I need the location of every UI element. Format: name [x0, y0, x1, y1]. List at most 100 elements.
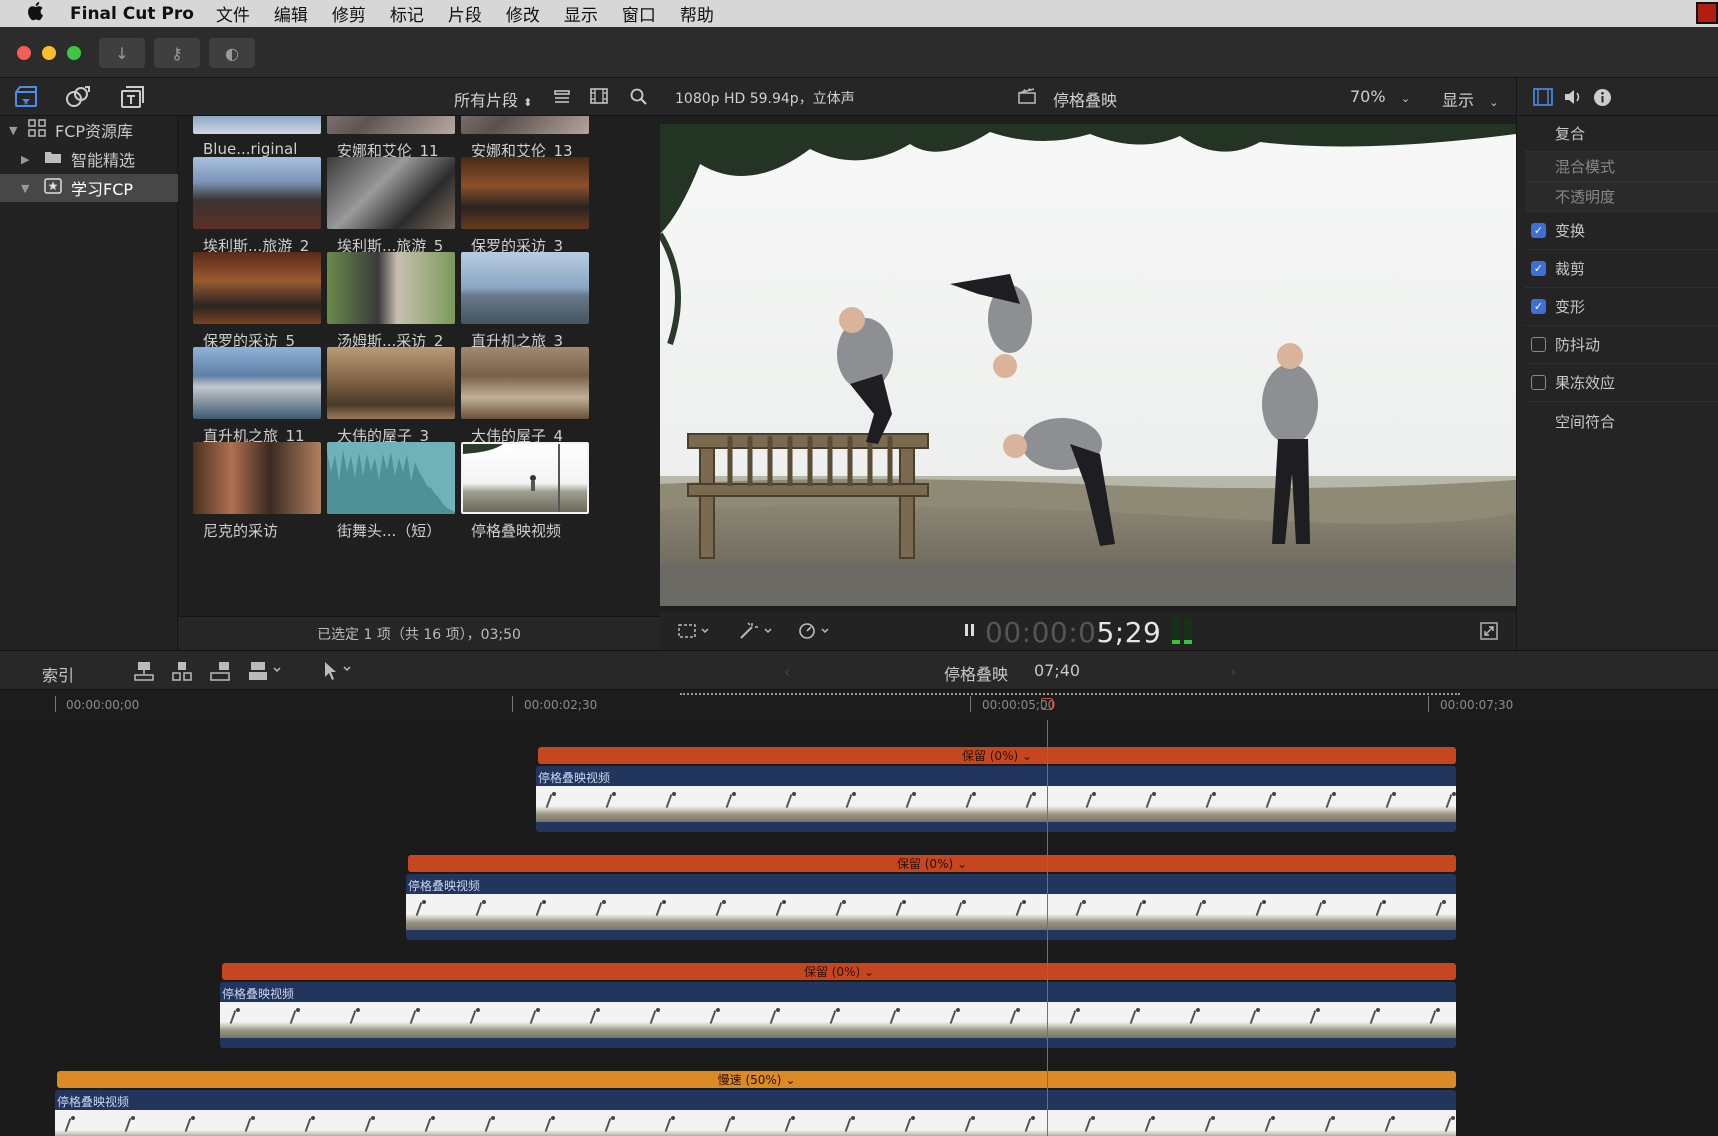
viewer-canvas[interactable]	[660, 124, 1516, 606]
distort-checkbox[interactable]: ✓	[1531, 299, 1546, 314]
clip-helicopter-11[interactable]: 直升机之旅_11	[193, 347, 323, 446]
close-window-button[interactable]	[17, 46, 31, 60]
photos-audio-icon[interactable]	[64, 84, 92, 110]
clip-filter-popup[interactable]: 所有片段 ⬍	[454, 87, 532, 111]
disclosure-closed-icon[interactable]: ▶	[21, 153, 35, 166]
transform-checkbox[interactable]: ✓	[1531, 223, 1546, 238]
playhead-handle[interactable]	[1041, 698, 1053, 710]
blend-mode-row[interactable]: 混合模式	[1525, 152, 1718, 182]
zoom-window-button[interactable]	[67, 46, 81, 60]
retime-label: 保留 (0%)	[961, 749, 1019, 763]
libraries-icon[interactable]	[12, 84, 40, 110]
menu-clip[interactable]: 片段	[448, 1, 482, 26]
stabilization-row[interactable]: 防抖动	[1525, 326, 1718, 364]
menu-mark[interactable]: 标记	[390, 1, 424, 26]
disclosure-open-icon[interactable]: ▼	[9, 124, 23, 137]
app-menu[interactable]: Final Cut Pro	[70, 4, 194, 24]
history-forward-icon[interactable]: ›	[1230, 662, 1236, 681]
retime-bar[interactable]: 慢速 (50%) ⌄	[57, 1071, 1456, 1088]
insert-clip-icon[interactable]	[171, 660, 193, 686]
opacity-row[interactable]: 不透明度	[1525, 182, 1718, 212]
clip-hiphop-short[interactable]: 街舞头...（短）	[327, 442, 457, 541]
library-item-fcp[interactable]: ▼ FCP资源库	[0, 116, 178, 144]
list-view-icon[interactable]	[554, 89, 570, 108]
filmstrip-view-icon[interactable]	[590, 88, 608, 108]
clip-anna-allen-13[interactable]: 安娜和艾伦_13	[461, 116, 591, 161]
timeline-clip[interactable]: 停格叠映视频	[55, 1090, 1456, 1136]
rolling-shutter-row[interactable]: 果冻效应	[1525, 364, 1718, 402]
menu-help[interactable]: 帮助	[680, 1, 714, 26]
clip-ellis-tour-2[interactable]: 埃利斯...旅游_2	[193, 157, 323, 256]
menu-window[interactable]: 窗口	[622, 1, 656, 26]
display-menu[interactable]: 显示 ⌄	[1442, 87, 1499, 111]
filmstrip-head	[296, 1008, 300, 1012]
spatial-conform-row[interactable]: 空间符合	[1525, 402, 1718, 440]
zoom-popup[interactable]: 70% ⌄	[1350, 87, 1410, 106]
menu-trim[interactable]: 修剪	[332, 1, 366, 26]
clip-david-house-3[interactable]: 大伟的屋子_3	[327, 347, 457, 446]
clip-thomas-interview-2[interactable]: 汤姆斯...采访_2	[327, 252, 457, 351]
menu-edit[interactable]: 编辑	[274, 1, 308, 26]
rolling-shutter-checkbox[interactable]	[1531, 375, 1546, 390]
timeline-index-button[interactable]: 索引	[42, 662, 74, 686]
filmstrip-head	[1382, 900, 1386, 904]
import-button[interactable]: ↓	[99, 38, 145, 68]
timeline-ruler[interactable]: 00:00:00;00 00:00:02;30 00:00:05;00 00:0…	[0, 690, 1718, 720]
retime-bar[interactable]: 保留 (0%) ⌄	[408, 855, 1456, 872]
filmstrip-figure	[1024, 1118, 1032, 1132]
stabilization-checkbox[interactable]	[1531, 337, 1546, 352]
filmstrip-head	[1022, 900, 1026, 904]
clip-nick-interview[interactable]: 尼克的采访	[193, 442, 323, 541]
timecode-display[interactable]: 00:00:05;29	[985, 616, 1161, 649]
speaker-icon[interactable]	[1563, 88, 1583, 110]
transform-view-button[interactable]	[678, 623, 710, 643]
timeline-clip[interactable]: 停格叠映视频	[220, 982, 1456, 1048]
retime-bar[interactable]: 保留 (0%) ⌄	[538, 747, 1456, 764]
enhance-wand-button[interactable]	[738, 622, 774, 644]
select-tool-icon[interactable]	[322, 661, 358, 685]
crop-row[interactable]: ✓ 裁剪	[1525, 250, 1718, 288]
playhead[interactable]	[1047, 720, 1048, 1136]
distort-row[interactable]: ✓ 变形	[1525, 288, 1718, 326]
retime-speed-button[interactable]	[798, 622, 834, 644]
timeline-clip[interactable]: 停格叠映视频	[406, 874, 1456, 940]
disclosure-open-icon[interactable]: ▼	[21, 182, 35, 195]
filmstrip-figure	[785, 794, 793, 808]
inspector-row-label: 不透明度	[1555, 188, 1616, 206]
apple-icon[interactable]	[0, 1, 70, 26]
color-correction-button[interactable]: ◐	[209, 38, 255, 68]
info-icon[interactable]	[1593, 88, 1612, 111]
minimize-window-button[interactable]	[42, 46, 56, 60]
connect-clip-icon[interactable]	[133, 660, 155, 686]
crop-checkbox[interactable]: ✓	[1531, 261, 1546, 276]
append-clip-icon[interactable]	[209, 660, 231, 686]
menu-file[interactable]: 文件	[216, 1, 250, 26]
timeline-tracks[interactable]: 保留 (0%) ⌄ 停格叠映视频 保留 (0%) ⌄ 停格叠映视频 保留 (0%…	[0, 720, 1718, 1136]
video-inspector-icon[interactable]	[1533, 88, 1553, 110]
search-icon[interactable]	[630, 88, 647, 109]
clip-blue-original[interactable]: Blue...riginal	[193, 116, 323, 158]
filmstrip-head	[792, 792, 796, 796]
clip-paul-interview-5[interactable]: 保罗的采访_5	[193, 252, 323, 351]
clip-paul-interview-3[interactable]: 保罗的采访_3	[461, 157, 591, 256]
clip-helicopter-3[interactable]: 直升机之旅_3	[461, 252, 591, 351]
menu-view[interactable]: 显示	[564, 1, 598, 26]
keyword-button[interactable]: ⚷	[154, 38, 200, 68]
inspector-section-compositing[interactable]: 复合	[1525, 116, 1718, 152]
menu-modify[interactable]: 修改	[506, 1, 540, 26]
fullscreen-icon[interactable]	[1480, 622, 1498, 644]
transform-row[interactable]: ✓ 变换	[1525, 212, 1718, 250]
retime-bar[interactable]: 保留 (0%) ⌄	[222, 963, 1456, 980]
clip-ellis-tour-5[interactable]: 埃利斯...旅游_5	[327, 157, 457, 256]
history-back-icon[interactable]: ‹	[784, 662, 790, 681]
filmstrip-figure	[1255, 902, 1263, 916]
clip-anna-allen-11[interactable]: 安娜和艾伦_11	[327, 116, 457, 161]
titles-generators-icon[interactable]	[118, 84, 146, 110]
clip-stop-motion-video[interactable]: 停格叠映视频	[461, 442, 591, 541]
overwrite-clip-icon[interactable]	[247, 660, 287, 686]
library-item-learn-fcp[interactable]: ▼ 学习FCP	[0, 174, 178, 202]
clip-david-house-4[interactable]: 大伟的屋子_4	[461, 347, 591, 446]
pause-button[interactable]	[964, 622, 976, 642]
library-item-smart-collections[interactable]: ▶ 智能精选	[0, 145, 178, 173]
timeline-clip[interactable]: 停格叠映视频	[536, 766, 1456, 832]
